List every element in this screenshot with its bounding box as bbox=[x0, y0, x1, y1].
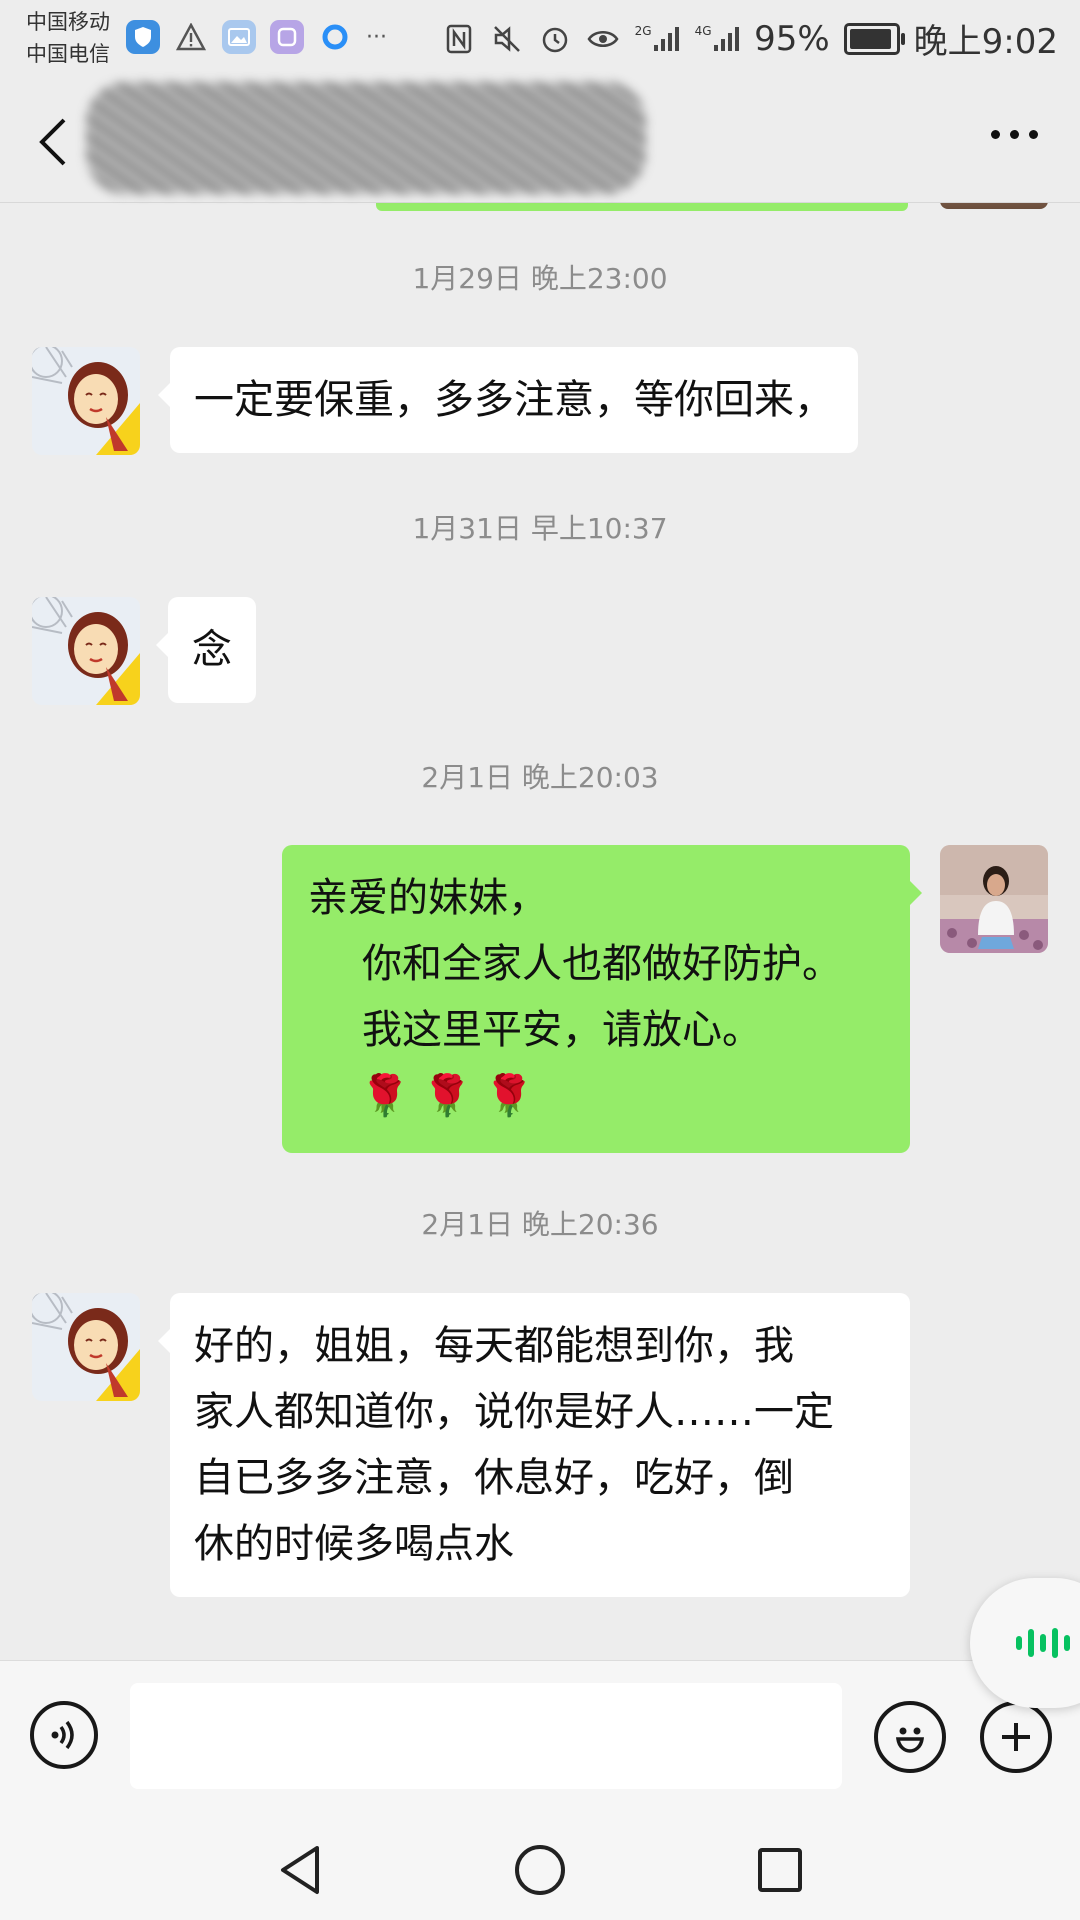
previous-avatar[interactable] bbox=[940, 203, 1048, 209]
message-timestamp: 1月31日 早上10:37 bbox=[412, 512, 668, 545]
more-dots-icon[interactable] bbox=[991, 130, 1038, 139]
carrier-1: 中国移动 bbox=[26, 10, 110, 34]
incoming-message[interactable]: 念 bbox=[156, 597, 256, 703]
voice-wave-icon bbox=[1016, 1626, 1070, 1660]
more-notifications-icon: ··· bbox=[366, 24, 387, 50]
voice-input-icon[interactable] bbox=[30, 1701, 98, 1769]
plus-icon[interactable] bbox=[980, 1701, 1052, 1773]
system-nav-bar bbox=[0, 1812, 1080, 1920]
my-avatar[interactable] bbox=[940, 845, 1048, 953]
incoming-message[interactable]: 一定要保重，多多注意，等你回来， bbox=[158, 347, 858, 453]
contact-name-redacted bbox=[86, 82, 646, 194]
input-bar bbox=[0, 1660, 1080, 1813]
message-list[interactable]: 1月29日 晚上23:00 一定要保重，多多注意，等你回来， 1月31日 早上1… bbox=[0, 203, 1080, 1660]
message-timestamp: 2月1日 晚上20:03 bbox=[421, 761, 659, 794]
system-indicators: 2G 4G 95% 晚上9:02 bbox=[442, 14, 1058, 63]
nfc-icon bbox=[442, 22, 476, 56]
photo-app-icon bbox=[270, 20, 304, 54]
nav-home-icon[interactable] bbox=[510, 1840, 570, 1900]
incoming-message[interactable]: 好的，姐姐，每天都能想到你，我 家人都知道你，说你是好人……一定 自已多多注意，… bbox=[158, 1293, 910, 1597]
nav-recents-icon[interactable] bbox=[750, 1840, 810, 1900]
battery-icon bbox=[843, 22, 905, 55]
chevron-left-icon[interactable] bbox=[30, 114, 80, 170]
notification-icons: ··· bbox=[126, 20, 387, 54]
rose-emoji: 🌹 bbox=[422, 1073, 472, 1119]
message-timestamp: 1月29日 晚上23:00 bbox=[412, 262, 668, 295]
rose-emoji: 🌹 bbox=[484, 1073, 534, 1119]
contact-avatar[interactable] bbox=[32, 597, 140, 705]
rose-emoji-row: 🌹 🌹 🌹 bbox=[308, 1063, 910, 1129]
carrier-2: 中国电信 bbox=[26, 42, 110, 66]
contact-avatar[interactable] bbox=[32, 347, 140, 455]
nav-back-icon[interactable] bbox=[270, 1840, 330, 1900]
warning-icon bbox=[174, 20, 208, 54]
battery-percent: 95% bbox=[754, 18, 830, 59]
message-timestamp: 2月1日 晚上20:36 bbox=[421, 1208, 659, 1241]
clock: 晚上9:02 bbox=[913, 22, 1058, 62]
gallery-app-icon bbox=[222, 20, 256, 54]
status-bar: 中国移动 中国电信 ··· 2G 4G 95% 晚上9:02 bbox=[0, 0, 1080, 78]
message-input[interactable] bbox=[130, 1683, 842, 1789]
chat-header bbox=[0, 78, 1080, 203]
alarm-icon bbox=[538, 22, 572, 56]
outgoing-message[interactable]: 亲爱的妹妹， 你和全家人也都做好防护。 我这里平安，请放心。 🌹 🌹 🌹 bbox=[282, 845, 922, 1153]
mute-icon bbox=[490, 22, 524, 56]
emoji-icon[interactable] bbox=[874, 1701, 946, 1773]
browser-app-icon bbox=[318, 20, 352, 54]
shield-app-icon bbox=[126, 20, 160, 54]
rose-emoji: 🌹 bbox=[360, 1073, 410, 1119]
signal-4g-icon: 4G bbox=[694, 22, 740, 56]
carrier-labels: 中国移动 中国电信 bbox=[26, 6, 110, 70]
contact-avatar[interactable] bbox=[32, 1293, 140, 1401]
eye-comfort-icon bbox=[586, 22, 620, 56]
signal-2g-icon: 2G bbox=[634, 22, 680, 56]
previous-message-bubble[interactable] bbox=[376, 203, 908, 211]
